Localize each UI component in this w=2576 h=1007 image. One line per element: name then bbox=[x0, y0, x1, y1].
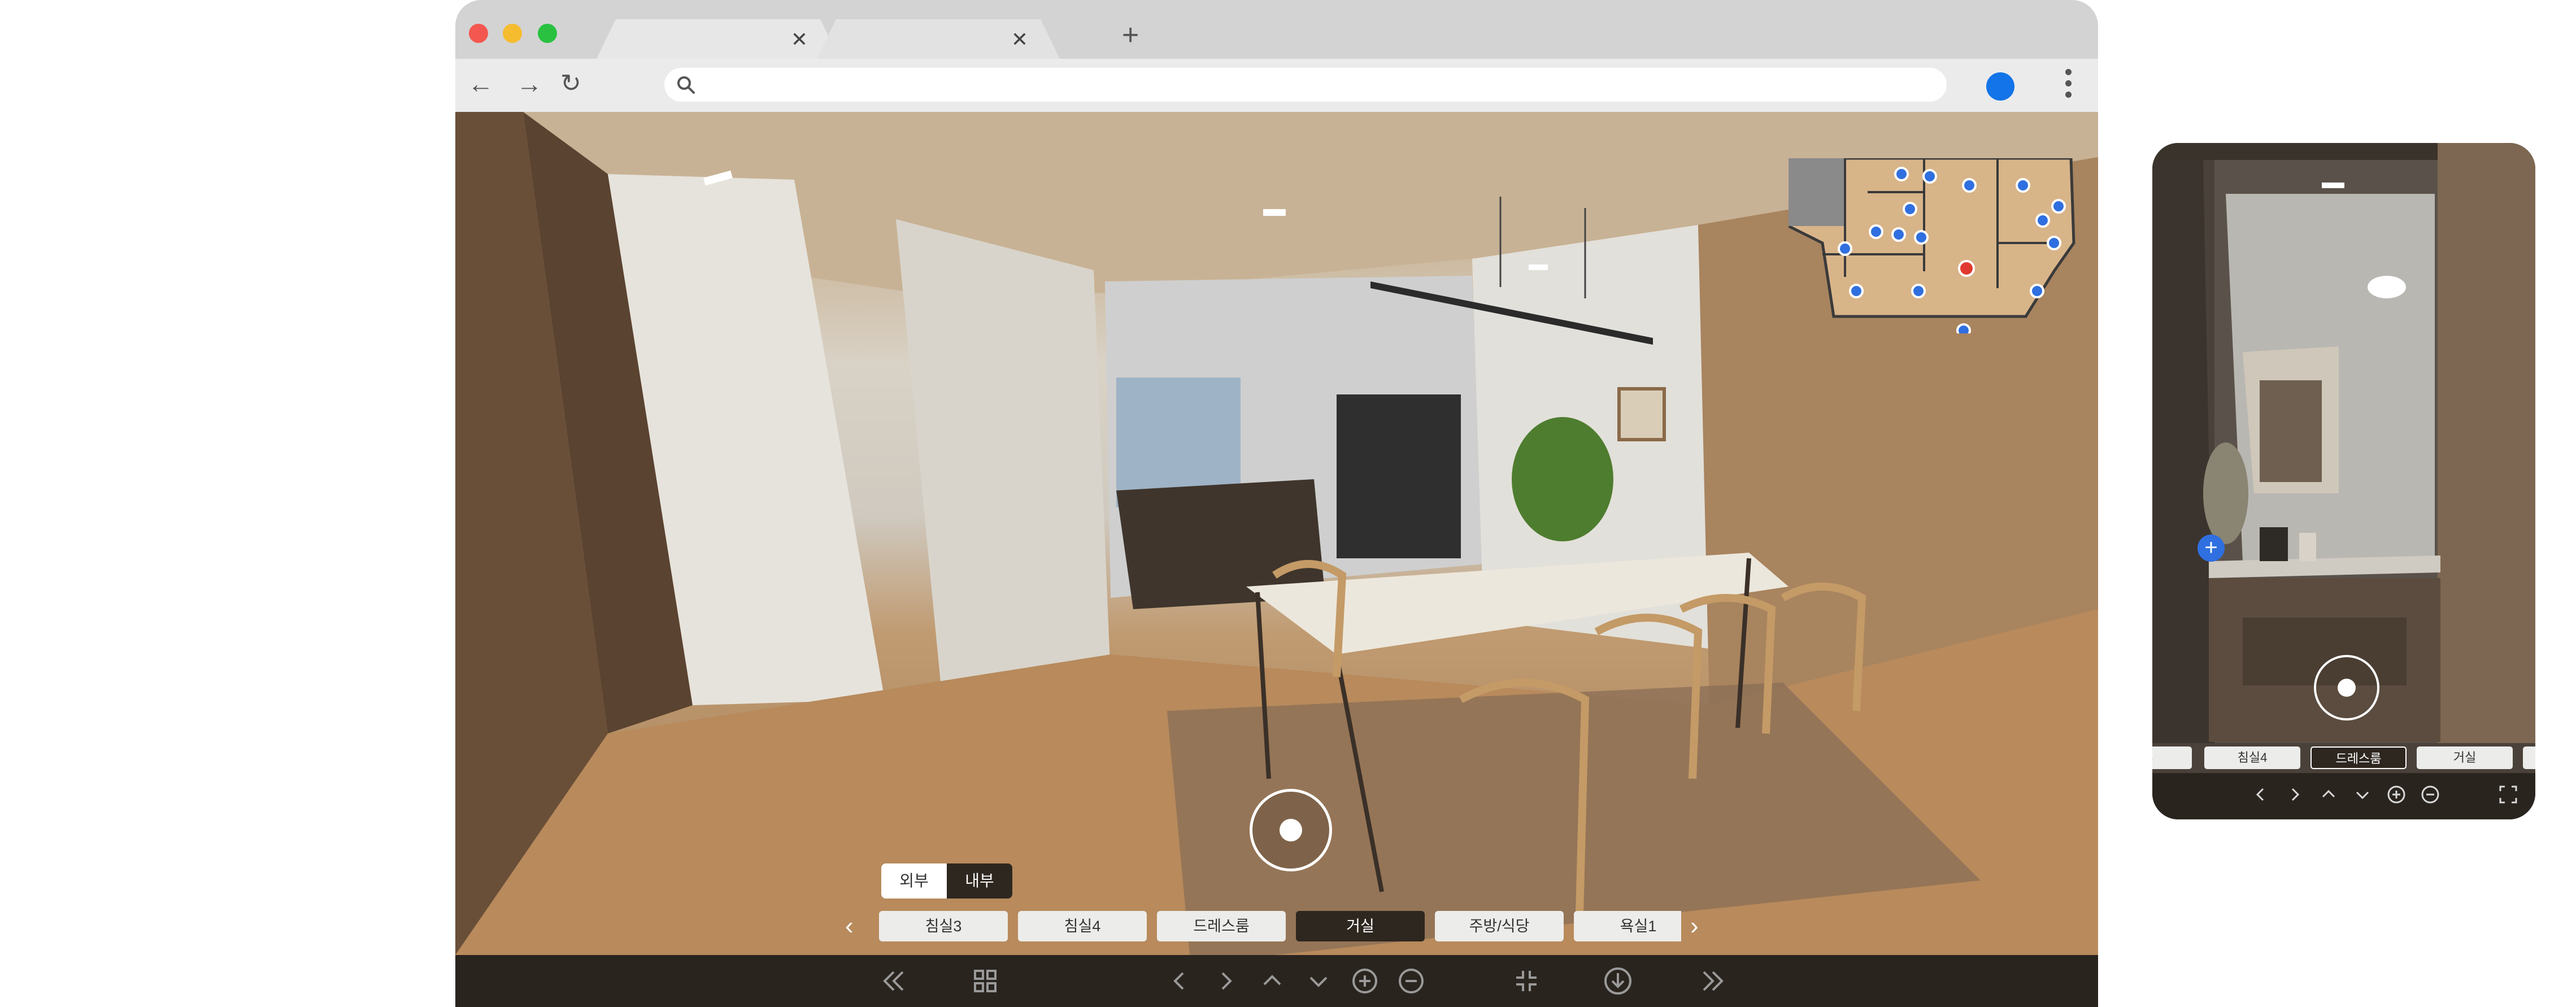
double-left-icon[interactable] bbox=[877, 964, 911, 998]
minimize-window-button[interactable] bbox=[503, 24, 522, 43]
room-tab[interactable]: 침실4 bbox=[2204, 746, 2300, 769]
chevron-right-icon[interactable]: › bbox=[1690, 912, 1699, 940]
reload-icon[interactable]: ↻ bbox=[560, 67, 581, 101]
exterior-interior-toggle: 외부 내부 bbox=[881, 863, 1012, 899]
new-tab-button[interactable]: + bbox=[1122, 20, 1139, 50]
back-arrow-icon[interactable]: ← bbox=[468, 67, 494, 101]
address-bar[interactable] bbox=[664, 68, 1947, 102]
current-location-marker bbox=[1958, 260, 1975, 277]
close-icon[interactable]: ✕ bbox=[791, 29, 808, 50]
room-tab[interactable]: 욕실1 bbox=[1574, 911, 1681, 941]
close-icon[interactable]: ✕ bbox=[1011, 29, 1028, 50]
tour-control-bar bbox=[455, 955, 2098, 1007]
add-hotspot-button[interactable]: + bbox=[2198, 535, 2225, 562]
exterior-button[interactable]: 외부 bbox=[881, 863, 947, 899]
chevron-left-icon[interactable] bbox=[2249, 783, 2272, 806]
chevron-down-icon[interactable] bbox=[2351, 783, 2374, 806]
browser-tab[interactable]: ✕ bbox=[597, 19, 839, 59]
browser-tab[interactable]: ✕ bbox=[817, 19, 1060, 59]
mobile-control-bar bbox=[2152, 773, 2535, 819]
zoom-in-icon[interactable] bbox=[2385, 783, 2408, 806]
chevron-up-icon[interactable] bbox=[2317, 783, 2340, 806]
room-tab[interactable]: 거실 bbox=[2417, 746, 2513, 769]
interior-button[interactable]: 내부 bbox=[947, 863, 1012, 899]
maximize-window-button[interactable] bbox=[538, 24, 557, 43]
move-forward-button[interactable] bbox=[1250, 789, 1332, 871]
forward-arrow-icon[interactable]: → bbox=[516, 67, 542, 101]
fullscreen-icon[interactable] bbox=[2497, 783, 2520, 806]
download-icon[interactable] bbox=[1601, 964, 1635, 998]
chevron-right-icon[interactable] bbox=[1209, 964, 1243, 998]
room-list: 침실3 침실4 드레스룸 거실 주방/식당 욕실1 bbox=[879, 909, 1681, 945]
collapse-icon[interactable] bbox=[1509, 964, 1543, 998]
chevron-left-icon[interactable]: ‹ bbox=[845, 912, 854, 940]
mobile-room-navigation: 실3 침실4 드레스룸 거실 bbox=[2152, 743, 2535, 771]
chevron-down-icon[interactable] bbox=[1302, 964, 1335, 998]
close-window-button[interactable] bbox=[469, 24, 488, 43]
profile-avatar[interactable] bbox=[1986, 72, 2014, 101]
browser-toolbar: ← → ↻ bbox=[455, 59, 2098, 112]
room-tab[interactable]: 침실4 bbox=[1018, 911, 1147, 941]
floor-plan-minimap[interactable] bbox=[1789, 158, 2082, 333]
zoom-out-icon[interactable] bbox=[1394, 964, 1428, 998]
more-menu-icon[interactable] bbox=[2064, 69, 2072, 103]
chevron-up-icon[interactable] bbox=[1255, 964, 1289, 998]
room-tab[interactable] bbox=[2523, 746, 2535, 769]
room-tab-active[interactable]: 드레스룸 bbox=[2310, 746, 2407, 769]
browser-window: ✕ ✕ + ← → ↻ 외부 내부 ‹ 침실3 침실4 드레스룸 거실 주방/식… bbox=[455, 0, 2098, 1007]
double-right-icon[interactable] bbox=[1696, 964, 1730, 998]
tab-bar: ✕ ✕ + bbox=[455, 0, 2098, 59]
room-tab[interactable]: 드레스룸 bbox=[1157, 911, 1286, 941]
mobile-preview: + 실3 침실4 드레스룸 거실 bbox=[2152, 143, 2535, 819]
room-tab-active[interactable]: 거실 bbox=[1296, 911, 1425, 941]
room-navigation: ‹ 침실3 침실4 드레스룸 거실 주방/식당 욕실1 › bbox=[845, 909, 1709, 945]
grid-icon[interactable] bbox=[968, 964, 1002, 998]
chevron-left-icon[interactable] bbox=[1163, 964, 1196, 998]
zoom-in-icon[interactable] bbox=[1348, 964, 1382, 998]
mobile-move-forward-button[interactable] bbox=[2314, 655, 2379, 720]
zoom-out-icon[interactable] bbox=[2419, 783, 2442, 806]
room-tab[interactable]: 침실3 bbox=[879, 911, 1008, 941]
room-tab[interactable]: 주방/식당 bbox=[1435, 911, 1564, 941]
room-tab[interactable]: 실3 bbox=[2152, 746, 2192, 769]
search-icon bbox=[677, 76, 695, 94]
chevron-right-icon[interactable] bbox=[2283, 783, 2306, 806]
tour-viewport[interactable]: 외부 내부 ‹ 침실3 침실4 드레스룸 거실 주방/식당 욕실1 › bbox=[455, 112, 2098, 955]
